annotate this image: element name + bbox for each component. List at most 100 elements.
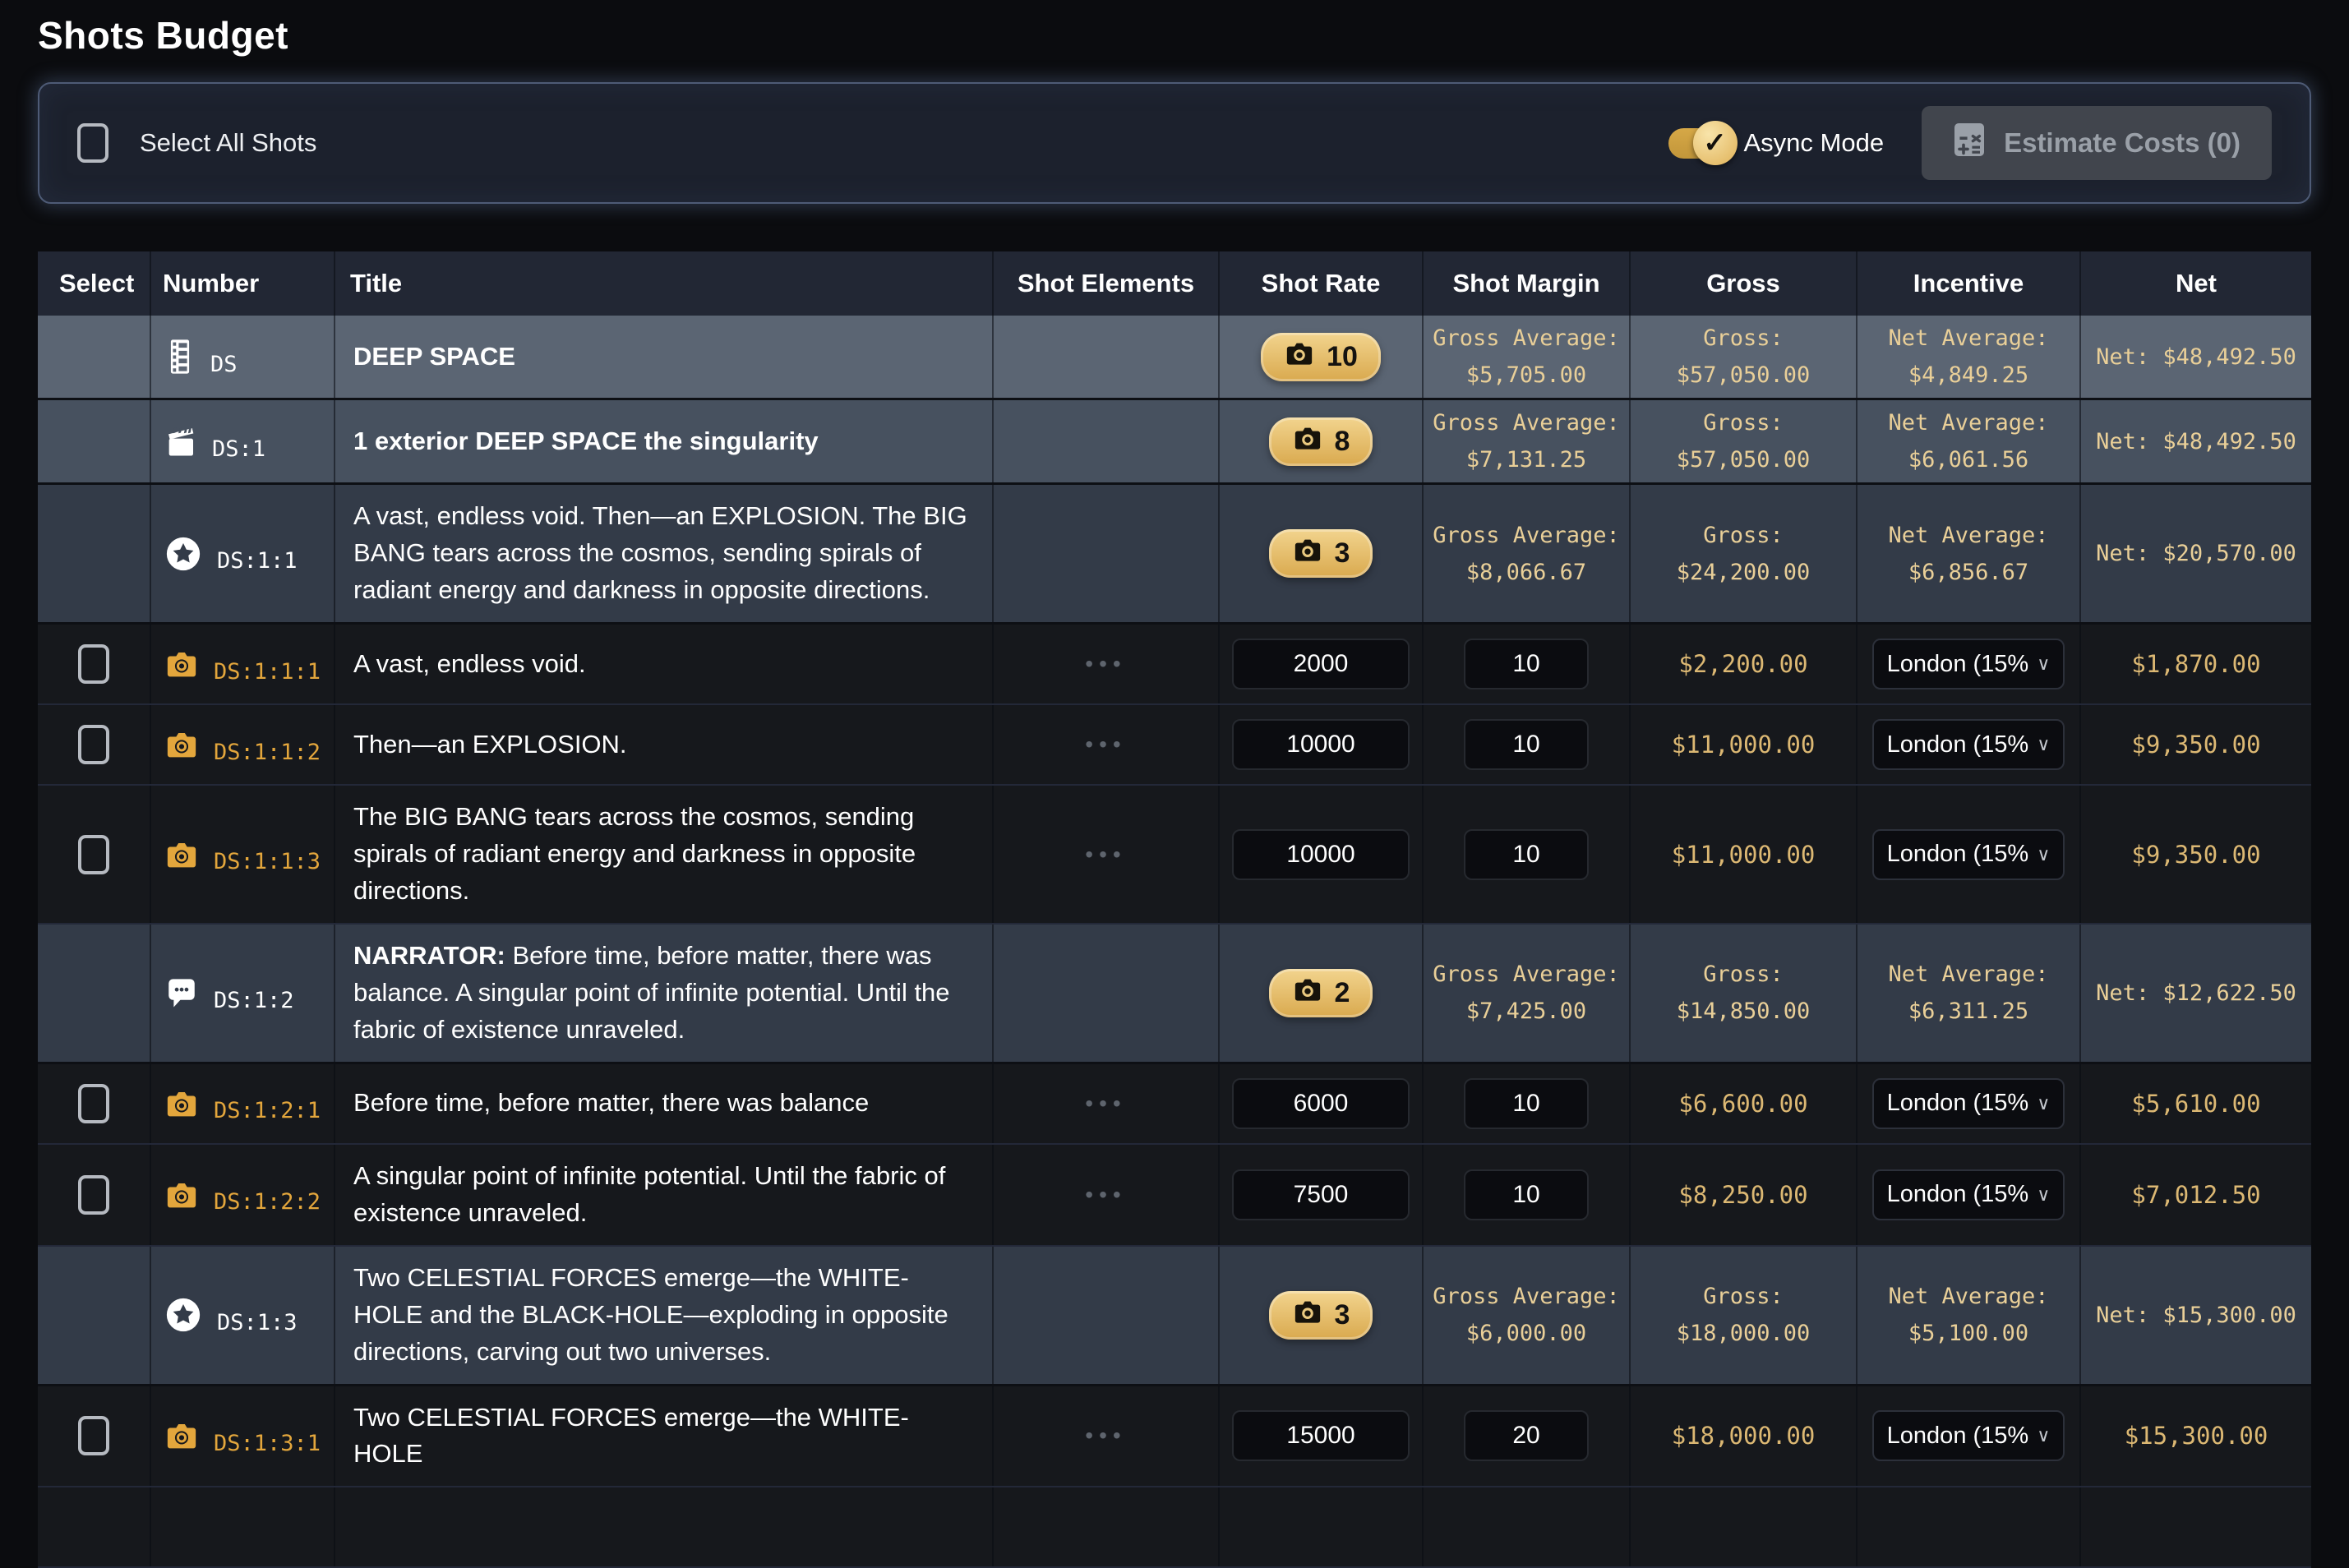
- shot-rate-input[interactable]: [1232, 1078, 1410, 1129]
- row-checkbox[interactable]: [78, 1416, 109, 1455]
- gross-average-value: $6,000.00: [1466, 1319, 1586, 1348]
- shot-rate-input[interactable]: [1232, 639, 1410, 689]
- select-cell: [38, 705, 151, 784]
- gross-cell: Gross:$18,000.00: [1631, 1247, 1858, 1384]
- shot-title: Two CELESTIAL FORCES emerge—the WHITE-HO…: [353, 1260, 974, 1371]
- shot-elements-cell: •••: [994, 625, 1220, 703]
- camera-icon: [164, 648, 199, 680]
- number-cell: DS:1:2:1: [151, 1064, 335, 1143]
- chevron-down-icon: ∨: [2037, 844, 2050, 865]
- shot-elements-menu-button[interactable]: •••: [1078, 1175, 1133, 1215]
- number-cell: DS:1: [151, 400, 335, 482]
- select-cell: [38, 1064, 151, 1143]
- row-checkbox[interactable]: [78, 725, 109, 764]
- title-cell: Two CELESTIAL FORCES emerge—the WHITE-HO…: [335, 1247, 994, 1384]
- row-checkbox[interactable]: [78, 644, 109, 684]
- row-checkbox[interactable]: [78, 835, 109, 874]
- title-cell: Then—an EXPLOSION.: [335, 705, 994, 784]
- shot-elements-menu-button[interactable]: •••: [1078, 1084, 1133, 1123]
- incentive-value: London (15%: [1887, 1181, 2029, 1208]
- net-average-label: Net Average:: [1888, 521, 2048, 550]
- gross-cell: $8,250.00: [1631, 1145, 1858, 1245]
- net-cell: $1,870.00: [2081, 625, 2311, 703]
- chevron-down-icon: ∨: [2037, 1425, 2050, 1446]
- incentive-select[interactable]: London (15%∨: [1872, 1078, 2065, 1129]
- title-cell: A singular point of infinite potential. …: [335, 1145, 994, 1245]
- shot-number: DS:1:1:1: [214, 659, 321, 685]
- net-average-label: Net Average:: [1888, 408, 2048, 437]
- net-value: $1,870.00: [2131, 650, 2260, 678]
- shot-elements-menu-button[interactable]: •••: [1078, 725, 1133, 764]
- camera-icon: [164, 728, 199, 761]
- toggle-knob: ✓: [1693, 121, 1738, 165]
- async-mode-toggle[interactable]: ✓: [1668, 128, 1731, 159]
- incentive-select[interactable]: London (15% ∨: [1872, 829, 2065, 880]
- gross-label: Gross:: [1703, 521, 1784, 550]
- shot-count: 8: [1335, 426, 1350, 458]
- gross-label: Gross:: [1703, 960, 1784, 989]
- shot-count-badge: 3: [1269, 1291, 1373, 1340]
- column-header-shot-rate: Shot Rate: [1220, 251, 1424, 316]
- net-average-label: Net Average:: [1888, 324, 2048, 353]
- table-row: DS:1:2:2A singular point of infinite pot…: [38, 1145, 2311, 1247]
- camera-icon: [1292, 424, 1323, 459]
- select-all-checkbox[interactable]: [77, 123, 108, 163]
- row-checkbox[interactable]: [78, 1084, 109, 1123]
- shot-count-badge: 3: [1269, 529, 1373, 578]
- incentive-cell: London (15%∨: [1858, 705, 2081, 784]
- shot-rate-input[interactable]: [1232, 1410, 1410, 1461]
- shot-elements-menu-button[interactable]: •••: [1078, 835, 1133, 874]
- net-cell: $15,300.00: [2081, 1386, 2311, 1487]
- net-value: Net: $48,492.50: [2088, 344, 2305, 370]
- shot-rate-input[interactable]: [1232, 829, 1410, 880]
- shot-margin-input[interactable]: [1464, 1078, 1589, 1129]
- shot-rate-cell: [1220, 625, 1424, 703]
- shot-margin-input[interactable]: [1464, 1410, 1589, 1461]
- net-value: Net: $12,622.50: [2088, 980, 2305, 1006]
- table-row: DS:11 exterior DEEP SPACE the singularit…: [38, 400, 2311, 485]
- shot-rate-cell: [1220, 1064, 1424, 1143]
- shot-margin-cell: [1424, 1386, 1631, 1487]
- incentive-value: London (15%: [1887, 841, 2029, 868]
- gross-value: $11,000.00: [1672, 841, 1816, 869]
- incentive-select[interactable]: London (15% ∨: [1872, 1169, 2065, 1220]
- shot-count-badge: 2: [1269, 969, 1373, 1017]
- shot-margin-input[interactable]: [1464, 719, 1589, 770]
- incentive-cell: London (15%∨: [1858, 1064, 2081, 1143]
- shot-margin-cell: [1424, 705, 1631, 784]
- shot-count: 3: [1335, 537, 1350, 570]
- gross-value: $24,200.00: [1677, 558, 1811, 587]
- estimate-costs-button[interactable]: Estimate Costs (0): [1922, 106, 2272, 180]
- async-mode-label: Async Mode: [1744, 128, 1885, 158]
- gross-average-label: Gross Average:: [1433, 408, 1620, 437]
- shot-rate-input[interactable]: [1232, 1169, 1410, 1220]
- incentive-select[interactable]: London (15%∨: [1872, 1410, 2065, 1461]
- shot-margin-input[interactable]: [1464, 829, 1589, 880]
- chevron-down-icon: ∨: [2037, 1184, 2050, 1206]
- chevron-down-icon: ∨: [2037, 1093, 2050, 1114]
- shot-rate-cell: 8: [1220, 400, 1424, 482]
- net-value: Net: $48,492.50: [2088, 429, 2305, 454]
- shot-title: The BIG BANG tears across the cosmos, se…: [353, 799, 974, 910]
- shot-number: DS:1: [212, 436, 265, 462]
- shot-margin-cell: [1424, 1064, 1631, 1143]
- incentive-select[interactable]: London (15%∨: [1872, 719, 2065, 770]
- shot-elements-menu-button[interactable]: •••: [1078, 644, 1133, 684]
- incentive-select[interactable]: London (15%∨: [1872, 639, 2065, 689]
- shot-title: A vast, endless void.: [353, 646, 586, 683]
- net-value: $9,350.00: [2131, 731, 2260, 759]
- shot-margin-input[interactable]: [1464, 1169, 1589, 1220]
- clapperboard-icon: [164, 423, 197, 459]
- shot-rate-cell: 2: [1220, 925, 1424, 1062]
- net-cell: Net: $20,570.00: [2081, 485, 2311, 622]
- shot-elements-menu-button[interactable]: •••: [1078, 1416, 1133, 1455]
- table-row-empty: [38, 1487, 2311, 1568]
- row-checkbox[interactable]: [78, 1175, 109, 1215]
- shot-margin-input[interactable]: [1464, 639, 1589, 689]
- gross-average-cell: Gross Average:$7,131.25: [1424, 400, 1631, 482]
- shot-number: DS: [210, 352, 238, 377]
- shot-rate-cell: 10: [1220, 316, 1424, 398]
- shot-rate-input[interactable]: [1232, 719, 1410, 770]
- incentive-value: London (15%: [1887, 651, 2029, 678]
- number-cell: DS:1:1:3: [151, 786, 335, 923]
